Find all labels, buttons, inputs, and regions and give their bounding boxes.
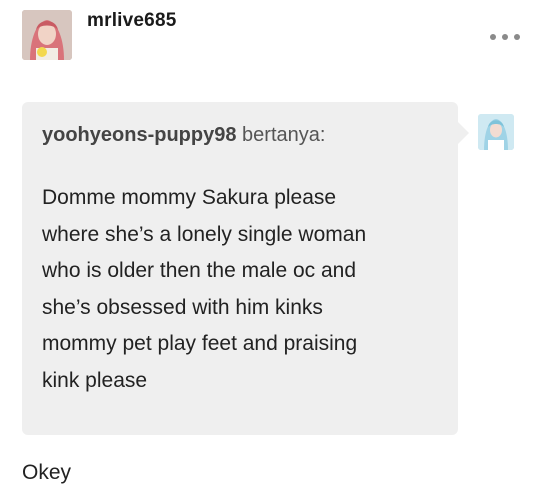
question-line: where she’s a lonely single woman [42,222,367,246]
question-line: kink please [42,368,148,392]
author-avatar[interactable] [22,10,72,60]
asker-avatar-photo-icon [478,114,514,150]
author-username[interactable]: mrlive685 [87,10,176,32]
user-avatar-photo-icon [22,10,72,60]
question-text: Domme mommy Sakura please where she’s a … [42,180,442,399]
asker-username[interactable]: yoohyeons-puppy98 [42,124,236,146]
question-line: who is older then the male oc and [42,259,357,282]
question-line: she’s obsessed with him kinks [42,295,323,319]
question-line: mommy pet play feet and praising [42,332,358,355]
more-options-icon [502,34,508,40]
more-options-icon [514,34,520,40]
asked-label: bertanya: [242,124,326,146]
asker-avatar[interactable] [478,114,514,150]
ask-box: yoohyeons-puppy98 bertanya: Domme mommy … [22,102,469,435]
more-options-icon [490,34,496,40]
asker-line: yoohyeons-puppy98 bertanya: [42,124,325,147]
tumblr-post: mrlive685 yoohyeons-puppy98 bertanya: Do… [0,0,540,489]
question-line: Domme mommy Sakura please [42,186,337,209]
post-header: mrlive685 [22,10,522,62]
answer-text: Okey [22,461,72,484]
more-options-button[interactable] [490,30,520,44]
